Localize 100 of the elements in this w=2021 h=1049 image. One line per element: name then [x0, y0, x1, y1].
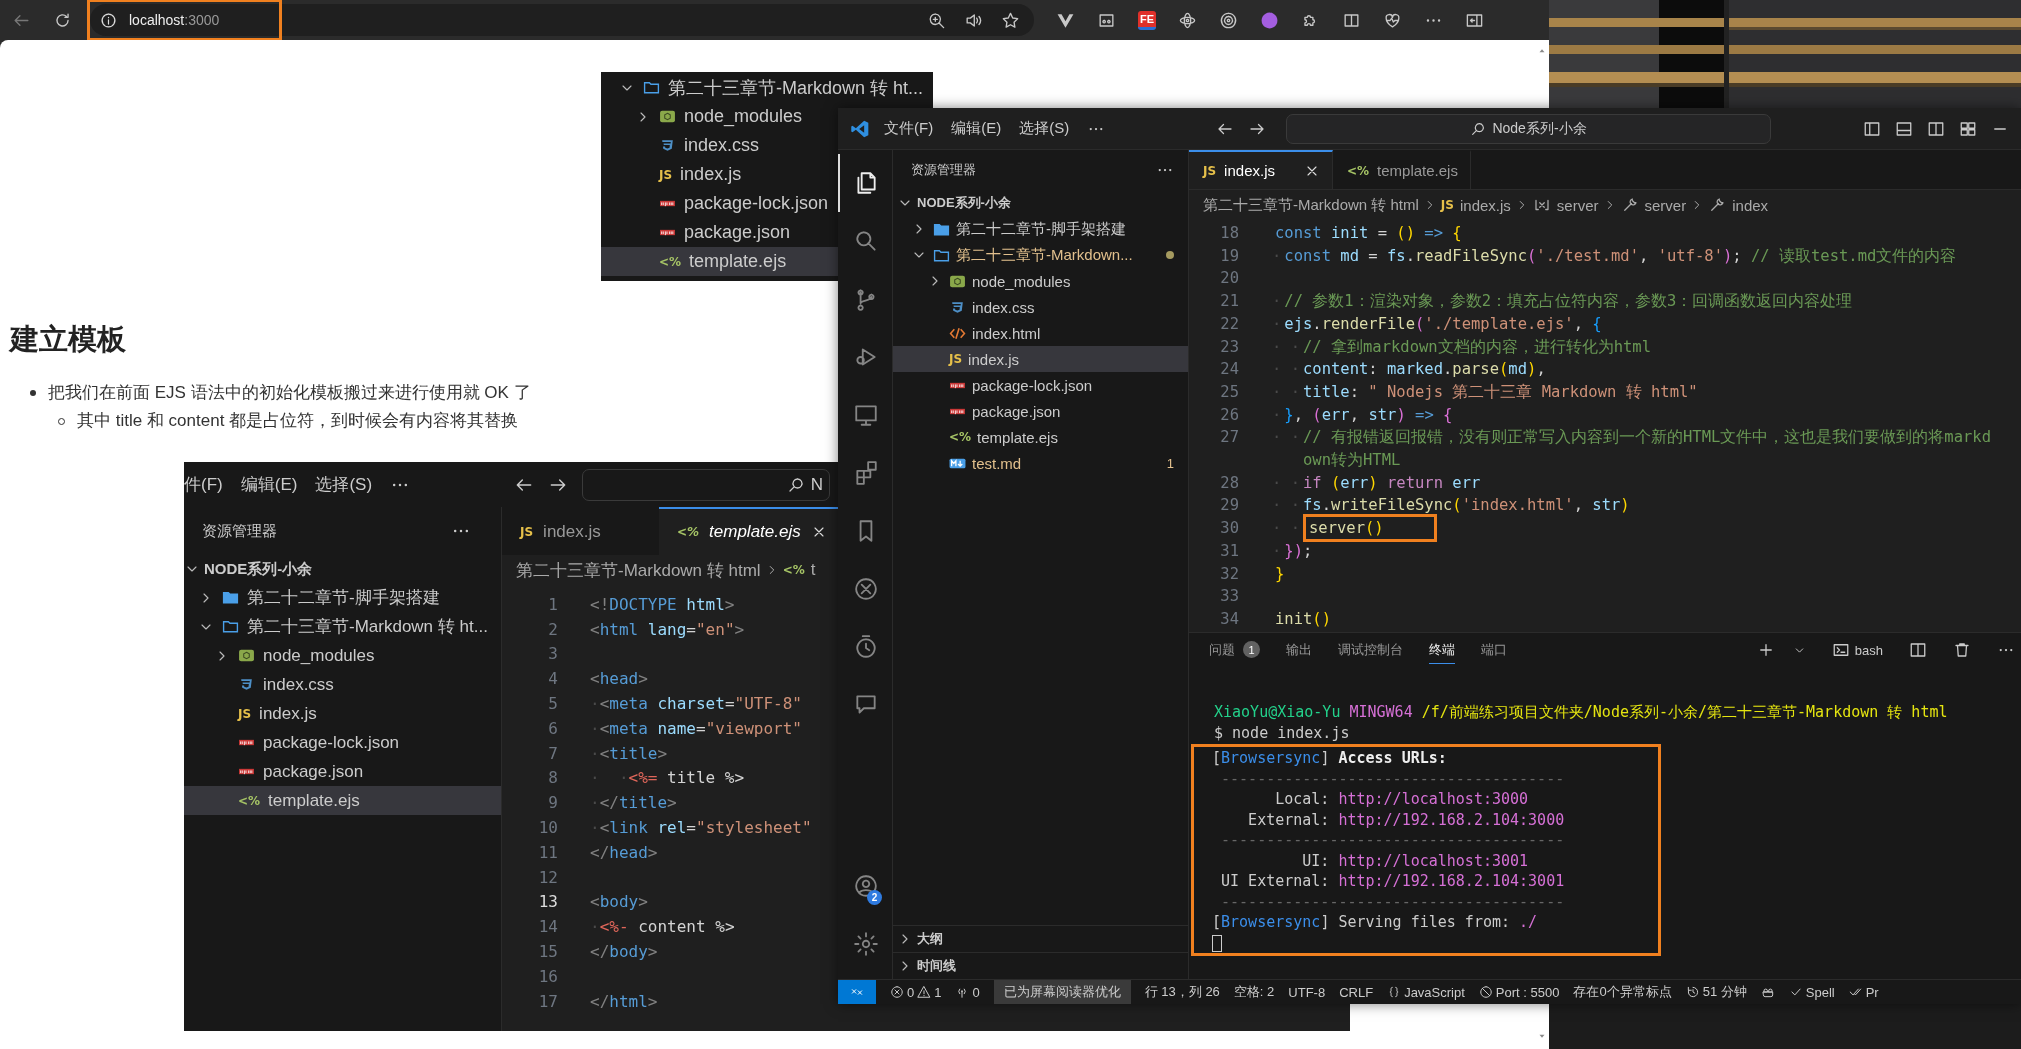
file-row[interactable]: 第二十三章节-Markdown 转 ht...: [184, 612, 501, 641]
breadcrumb-item[interactable]: JS index.js: [1440, 196, 1511, 214]
breadcrumb-item[interactable]: server: [1620, 196, 1687, 214]
menu-item[interactable]: 选择(S): [315, 473, 373, 496]
extension-badge[interactable]: FE: [1138, 10, 1157, 30]
file-row[interactable]: JS index.js: [601, 160, 838, 189]
line-number: 15: [537, 942, 558, 962]
file-row[interactable]: 第二十二章节-脚手架搭建: [893, 216, 1188, 242]
file-row[interactable]: index.css: [893, 294, 1188, 320]
settings-icon: [853, 931, 879, 957]
editor-tab[interactable]: <% template.ejs: [659, 507, 839, 555]
file-row[interactable]: package.json: [893, 398, 1188, 424]
breadcrumb-item[interactable]: server: [1532, 196, 1599, 214]
target-icon[interactable]: [1219, 10, 1239, 30]
file-row[interactable]: package.json: [601, 218, 838, 247]
status-item[interactable]: UTF-8: [1288, 984, 1326, 1000]
line-number: 3: [547, 644, 558, 664]
file-row[interactable]: <% template.ejs: [601, 247, 838, 276]
file-row[interactable]: node_modules: [893, 268, 1188, 294]
file-row[interactable]: test.md 1: [893, 450, 1188, 476]
code-line: });: [1283, 540, 1314, 562]
line-number: 12: [537, 867, 558, 887]
whitespace-marker: · ·: [1272, 359, 1300, 381]
file-row[interactable]: node_modules: [601, 102, 838, 131]
file-row[interactable]: <% template.ejs: [184, 786, 501, 815]
status-item[interactable]: 已为屏幕阅读器优化: [993, 980, 1131, 1004]
file-row[interactable]: 第二十三章节-Markdown...: [893, 242, 1188, 268]
formatter-status[interactable]: Pr: [1848, 984, 1879, 1000]
whitespace-marker: · ·: [1272, 381, 1300, 403]
status-item[interactable]: 行 13，列 26: [1144, 983, 1220, 1001]
file-row[interactable]: index.css: [184, 670, 501, 699]
line-number: 7: [547, 743, 558, 763]
panel-tab[interactable]: 调试控制台: [1338, 636, 1403, 664]
layout-split-icon[interactable]: [1927, 119, 1945, 138]
file-row[interactable]: index.css: [601, 131, 838, 160]
folder-icon: [643, 79, 660, 96]
menu-item[interactable]: 编辑(E): [240, 473, 298, 496]
code-line: <title>: [599, 743, 668, 763]
problems-status[interactable]: 0 1: [890, 984, 942, 1000]
file-row[interactable]: node_modules: [184, 641, 501, 670]
hexagon-folder-icon: [238, 647, 255, 664]
star-icon[interactable]: [1001, 10, 1020, 30]
line-number: 20: [1219, 268, 1239, 290]
trash-icon[interactable]: [1953, 641, 1971, 659]
code-line: const md = fs.readFileSync('./test.md', 'utf-8'); // 读取test.md文件的内容: [1283, 245, 1958, 267]
breadcrumb-item[interactable]: 第二十三章节-Markdown 转 html: [516, 558, 761, 582]
status-item[interactable]: 空格: 2: [1233, 983, 1275, 1001]
time-status[interactable]: 51 分钟: [1685, 983, 1747, 1001]
command-center[interactable]: N: [582, 468, 831, 501]
status-item[interactable]: 存在0个异常标点: [1573, 983, 1672, 1001]
terminal-selector[interactable]: bash: [1831, 641, 1883, 659]
panel-tab[interactable]: 输出: [1286, 636, 1312, 664]
layout-sidebar-icon[interactable]: [1863, 119, 1881, 138]
whitespace-marker: ·: [1272, 245, 1282, 267]
line-number: 22: [1219, 313, 1239, 335]
atom-icon[interactable]: [1178, 10, 1198, 30]
file-row[interactable]: JS index.js: [893, 346, 1188, 372]
panel-tab[interactable]: 端口: [1481, 636, 1507, 664]
code-line: <body>: [590, 892, 648, 912]
file-row[interactable]: package-lock.json: [184, 728, 501, 757]
file-row[interactable]: <% template.ejs: [893, 424, 1188, 450]
breadcrumb-item[interactable]: <% t: [782, 560, 816, 580]
language-status[interactable]: JavaScript: [1387, 984, 1465, 1000]
breadcrumb-item[interactable]: index: [1708, 196, 1769, 214]
line-number: 8: [547, 768, 558, 788]
file-row[interactable]: 第二十三章节-Markdown 转 ht...: [601, 73, 933, 102]
line-number: 2: [547, 619, 558, 639]
ports-status[interactable]: 0: [955, 984, 980, 1000]
file-row[interactable]: package.json: [184, 757, 501, 786]
whitespace-marker: · ·: [1272, 495, 1300, 517]
editor-tab[interactable]: JS index.js: [502, 507, 659, 555]
menu-item[interactable]: 编辑(E): [951, 119, 1002, 138]
copilot-button[interactable]: [1760, 985, 1775, 999]
editor-tab[interactable]: <% template.ejs: [1333, 150, 1471, 189]
live-server-status[interactable]: Port : 5500: [1478, 984, 1560, 1000]
line-number: 18: [1219, 223, 1239, 244]
vscode-logo-icon[interactable]: [850, 118, 870, 139]
file-row[interactable]: JS index.js: [184, 699, 501, 728]
layout-split-icon[interactable]: [1909, 641, 1927, 659]
file-row[interactable]: 第二十二章节-脚手架搭建: [184, 583, 501, 612]
menu-item[interactable]: 件(F): [184, 473, 223, 496]
editor-tab[interactable]: JS index.js: [1189, 150, 1333, 189]
layout-grid-icon[interactable]: [1959, 119, 1977, 138]
folder-header[interactable]: NODE系列-小余: [184, 555, 501, 583]
file-row[interactable]: package-lock.json: [601, 189, 838, 218]
menu-item[interactable]: 选择(S): [1019, 119, 1070, 138]
account-button[interactable]: 2: [838, 857, 892, 915]
line-number: 24: [1219, 359, 1239, 381]
command-center[interactable]: Node系列-小余: [1286, 113, 1771, 144]
panel-tab[interactable]: 终端: [1429, 636, 1455, 664]
file-row[interactable]: index.html: [893, 320, 1188, 346]
panel-tab[interactable]: 问题 1: [1209, 636, 1260, 664]
layout-panel-icon[interactable]: [1895, 119, 1913, 138]
menu-item[interactable]: 文件(F): [884, 119, 934, 138]
section-header[interactable]: 大纲: [893, 925, 1188, 952]
folder-header[interactable]: NODE系列-小余: [893, 190, 1188, 216]
spell-status[interactable]: Spell: [1788, 984, 1835, 1000]
breadcrumb-item[interactable]: 第二十三章节-Markdown 转 html: [1203, 195, 1419, 215]
file-row[interactable]: package-lock.json: [893, 372, 1188, 398]
status-item[interactable]: CRLF: [1339, 984, 1374, 1000]
